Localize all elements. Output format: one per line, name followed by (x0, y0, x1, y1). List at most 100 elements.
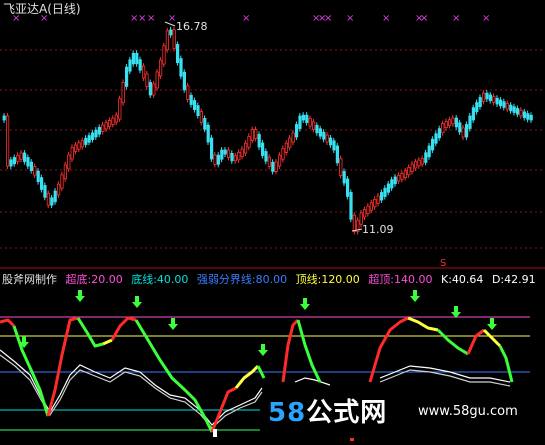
candle-body (36, 170, 40, 183)
candle-body (226, 149, 231, 158)
candle-body (495, 97, 499, 105)
candle-body (192, 100, 197, 111)
candle-body (529, 114, 533, 121)
green-arrow (451, 306, 461, 318)
candle-body (125, 66, 129, 87)
watermark-text: 公式网 (306, 398, 388, 428)
candle-body (420, 157, 425, 165)
candle-body (216, 154, 220, 165)
candle-body (294, 124, 299, 138)
candle-body (471, 107, 476, 121)
candle-body (87, 135, 91, 143)
candle-body (502, 101, 506, 108)
candle-body (424, 152, 428, 163)
candle-body (516, 108, 520, 115)
candle-body (57, 183, 61, 196)
candle-body (131, 52, 135, 65)
indicator-name: 股斧网制作 (2, 273, 57, 286)
candle-body (50, 197, 54, 206)
candle-body (158, 59, 163, 77)
candle-body (492, 96, 496, 103)
candle-body (441, 123, 445, 134)
candle-body (332, 140, 336, 151)
green-arrow (75, 290, 85, 302)
candle-body (213, 154, 217, 165)
candle-body (373, 198, 377, 208)
candle-body (318, 128, 323, 137)
candle-body (209, 137, 214, 160)
low-label: 11.09 (362, 223, 394, 236)
legend-d: D:42.91 (491, 273, 536, 286)
legend-super-bottom: 超底:20.00 (65, 273, 123, 286)
buy-sell-arrows (19, 290, 497, 356)
green-arrow (132, 296, 142, 308)
candle-body (281, 147, 285, 160)
top-marker: × (147, 13, 155, 24)
candle-body (175, 44, 180, 63)
candle-body (417, 159, 421, 167)
candle-body (485, 92, 489, 100)
top-marker: × (242, 13, 250, 24)
candle-body (267, 156, 272, 167)
candle-body (243, 142, 248, 154)
top-marker: × (346, 13, 354, 24)
watermark-logo: 58公式网 (268, 392, 387, 429)
candle-body (145, 73, 149, 87)
candle-body (60, 174, 64, 189)
candle-body (519, 109, 523, 117)
candle-body (393, 176, 397, 185)
candle-body (104, 122, 108, 130)
candle-body (148, 82, 152, 96)
candle-body (407, 166, 411, 176)
candle-body (186, 85, 190, 100)
candle-body (220, 149, 224, 160)
candle-body (291, 132, 295, 143)
candle-body (6, 115, 10, 167)
candle-body (369, 202, 374, 211)
candle-body (526, 113, 530, 120)
candle-body (362, 209, 367, 218)
candle-body (33, 166, 37, 176)
candle-body (84, 137, 88, 145)
top-marker: × (382, 13, 390, 24)
candle-body (400, 173, 404, 180)
green-arrow (258, 344, 268, 356)
chart-header: 飞亚达A(日线) (3, 0, 81, 17)
chart-period: (日线) (47, 2, 81, 16)
candle-body (488, 94, 493, 102)
candle-body (101, 124, 105, 132)
stock-chart[interactable]: ×××××××××××××××× 16.78 11.09 (0, 0, 545, 445)
candle-body (322, 131, 326, 140)
candle-body (26, 157, 30, 167)
candle-body (19, 152, 23, 160)
candle-body (230, 152, 234, 162)
candle-body (447, 119, 452, 126)
candle-body (40, 177, 44, 190)
candlesticks (2, 26, 533, 235)
green-arrow (300, 298, 310, 310)
candle-body (189, 95, 193, 105)
candle-body (468, 115, 472, 129)
candle-body (345, 178, 350, 197)
candle-body (427, 145, 431, 158)
candle-body (63, 164, 67, 180)
candle-body (464, 124, 469, 138)
candle-body (328, 137, 333, 146)
legend-super-top: 超顶:140.00 (368, 273, 433, 286)
candle-body (509, 104, 513, 112)
bottom-marker (213, 429, 354, 441)
candle-body (325, 134, 329, 143)
candle-body (301, 114, 306, 121)
candle-body (135, 52, 139, 65)
legend-k: K:40.64 (441, 273, 484, 286)
candle-body (165, 30, 169, 51)
green-arrow (487, 318, 497, 330)
candle-body (46, 192, 51, 206)
candle-body (162, 45, 166, 65)
top-markers: × × × × × × × ××× × × ×× × × (12, 13, 490, 24)
candle-body (16, 154, 20, 162)
top-marker: × (420, 13, 428, 24)
candle-body (179, 58, 183, 77)
candle-body (458, 122, 462, 133)
legend-top-line: 顶线:120.00 (295, 273, 360, 286)
